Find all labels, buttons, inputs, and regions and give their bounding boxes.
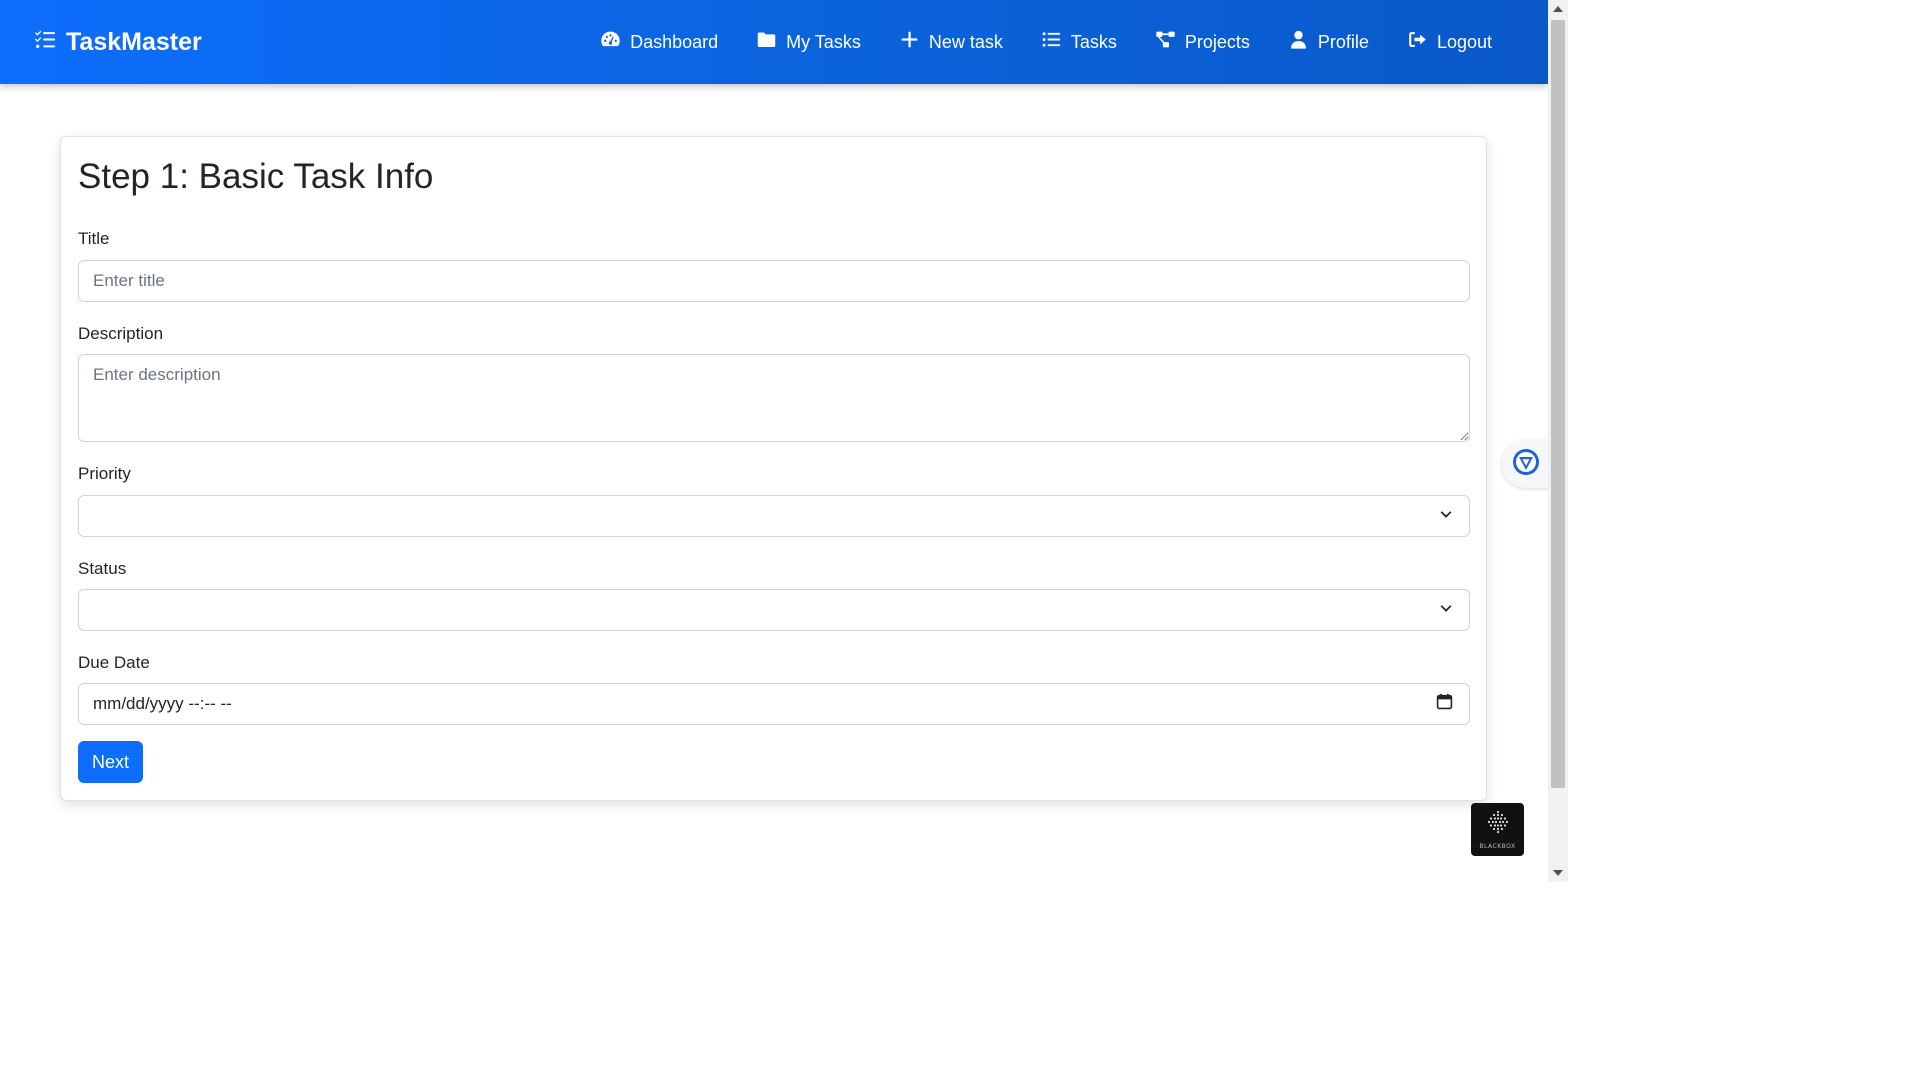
nav-profile[interactable]: Profile [1288,29,1369,55]
nav-dashboard-label: Dashboard [630,31,719,52]
title-label: Title [78,229,110,248]
nav-projects[interactable]: Projects [1155,29,1250,55]
user-icon [1288,29,1309,55]
project-diagram-icon [1155,29,1176,55]
form-heading: Step 1: Basic Task Info [78,157,434,196]
blackbox-widget[interactable]: BLACKBOX [1471,803,1524,856]
plus-icon [899,29,920,55]
gauge-icon [600,29,621,55]
list-icon [1041,29,1062,55]
description-label: Description [78,324,164,343]
nav-tasks[interactable]: Tasks [1041,29,1117,55]
brand-name: TaskMaster [66,27,202,56]
nav-logout[interactable]: Logout [1407,29,1492,55]
extension-logo-icon [1512,448,1540,481]
nav-tasks-label: Tasks [1070,31,1117,52]
priority-label: Priority [78,464,131,483]
chevron-down-icon [1439,600,1453,620]
scroll-thumb[interactable] [1551,20,1565,788]
due-date-label: Due Date [78,653,150,672]
due-date-value: mm/dd/yyyy --:-- -- [93,694,232,713]
extension-badge[interactable] [1502,440,1550,488]
nav-my-tasks[interactable]: My Tasks [756,29,861,55]
priority-select[interactable] [78,495,1470,537]
blackbox-logo-icon [1485,809,1511,840]
due-date-input[interactable]: mm/dd/yyyy --:-- -- [78,683,1470,725]
task-form-card: Step 1: Basic Task Info Title Descriptio… [60,136,1487,801]
brand-link[interactable]: TaskMaster [34,0,202,84]
blackbox-label: BLACKBOX [1479,843,1516,850]
description-textarea[interactable] [78,354,1470,442]
calendar-icon[interactable] [1436,693,1453,715]
folder-icon [756,29,777,55]
scroll-down-icon[interactable] [1553,870,1563,876]
list-check-icon [34,28,56,57]
top-navbar: TaskMaster Dashboard My Tasks New task T… [0,0,1548,84]
nav-projects-label: Projects [1184,31,1250,52]
main-nav: Dashboard My Tasks New task Tasks Projec… [600,0,1492,84]
title-input[interactable] [78,260,1470,302]
nav-new-task[interactable]: New task [899,29,1003,55]
app-root: TaskMaster Dashboard My Tasks New task T… [0,0,1568,882]
nav-my-tasks-label: My Tasks [786,31,861,52]
nav-logout-label: Logout [1436,31,1492,52]
nav-profile-label: Profile [1317,31,1369,52]
nav-dashboard[interactable]: Dashboard [600,29,718,55]
status-label: Status [78,559,127,578]
next-button[interactable]: Next [78,741,143,783]
nav-new-task-label: New task [928,31,1003,52]
chevron-down-icon [1439,506,1453,526]
status-select[interactable] [78,589,1470,631]
scroll-up-icon[interactable] [1553,6,1563,12]
sign-out-icon [1407,29,1428,55]
page-scrollbar[interactable] [1548,0,1568,882]
